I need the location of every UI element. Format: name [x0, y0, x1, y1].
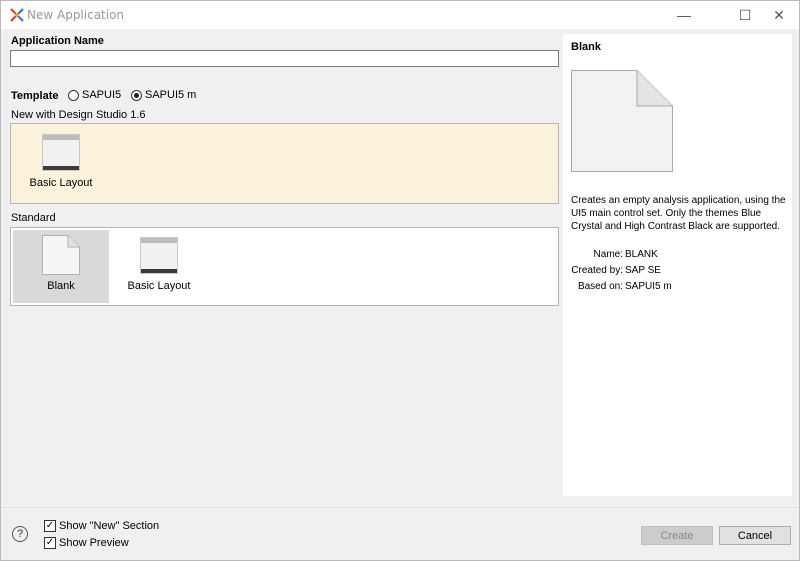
template-tile-label: Basic Layout	[127, 280, 191, 292]
footer-divider	[1, 507, 799, 508]
meta-based-on-value: SAPUI5 m	[625, 281, 672, 292]
basic-layout-icon	[42, 134, 80, 171]
minimize-button[interactable]: —	[661, 1, 707, 29]
meta-based-on-key: Based on:	[577, 281, 623, 292]
basic-layout-icon	[140, 237, 178, 274]
show-new-section-checkbox[interactable]: ✓ Show "New" Section	[44, 520, 159, 532]
show-preview-checkbox[interactable]: ✓ Show Preview	[44, 537, 129, 549]
blank-page-icon	[42, 235, 80, 275]
radio-off-icon	[68, 89, 79, 101]
template-radio-sapui5[interactable]: SAPUI5	[68, 89, 121, 101]
preview-title: Blank	[571, 41, 601, 53]
create-button[interactable]: Create	[641, 526, 713, 545]
close-icon: ✕	[773, 6, 785, 23]
template-tile-blank[interactable]: Blank	[13, 230, 109, 303]
preview-description: Creates an empty analysis application, u…	[571, 195, 786, 232]
template-tile-label: Blank	[47, 280, 75, 292]
show-preview-label: Show Preview	[59, 537, 129, 549]
title-bar[interactable]: New Application — ☐ ✕	[1, 1, 799, 29]
app-logo-icon	[10, 8, 24, 22]
blank-page-preview-icon	[571, 70, 673, 172]
help-icon[interactable]: ?	[12, 526, 28, 542]
template-label: Template	[11, 90, 59, 102]
application-name-label: Application Name	[11, 35, 104, 47]
new-application-dialog: New Application — ☐ ✕ Application Name T…	[0, 0, 800, 561]
close-button[interactable]: ✕	[756, 1, 800, 29]
template-tile-basic-layout-new[interactable]: Basic Layout	[13, 127, 109, 200]
meta-created-by-key: Created by:	[571, 265, 623, 276]
show-new-section-label: Show "New" Section	[59, 520, 160, 532]
template-tile-basic-layout[interactable]: Basic Layout	[111, 230, 207, 303]
meta-name-value: BLANK	[625, 249, 658, 260]
template-radio-sapui5m[interactable]: SAPUI5 m	[131, 89, 196, 101]
maximize-icon: ☐	[738, 6, 752, 23]
template-radio-sapui5m-label: SAPUI5 m	[145, 89, 197, 101]
application-name-input[interactable]	[10, 50, 559, 67]
meta-created-by-value: SAP SE	[625, 265, 661, 276]
checkbox-checked-icon: ✓	[44, 520, 56, 532]
radio-on-icon	[131, 89, 142, 101]
standard-section-label: Standard	[11, 212, 56, 224]
template-radio-sapui5-label: SAPUI5	[82, 89, 122, 101]
cancel-button[interactable]: Cancel	[719, 526, 791, 545]
standard-templates-gallery: Blank Basic Layout	[10, 227, 559, 306]
meta-name-key: Name:	[593, 249, 623, 260]
checkbox-checked-icon: ✓	[44, 537, 56, 549]
template-tile-label: Basic Layout	[29, 177, 93, 189]
new-templates-gallery: Basic Layout	[10, 123, 559, 204]
new-with-section-label: New with Design Studio 1.6	[11, 109, 146, 121]
minimize-icon: —	[677, 7, 691, 23]
preview-panel: Blank Creates an empty analysis applicat…	[563, 34, 792, 496]
window-title: New Application	[27, 8, 125, 22]
